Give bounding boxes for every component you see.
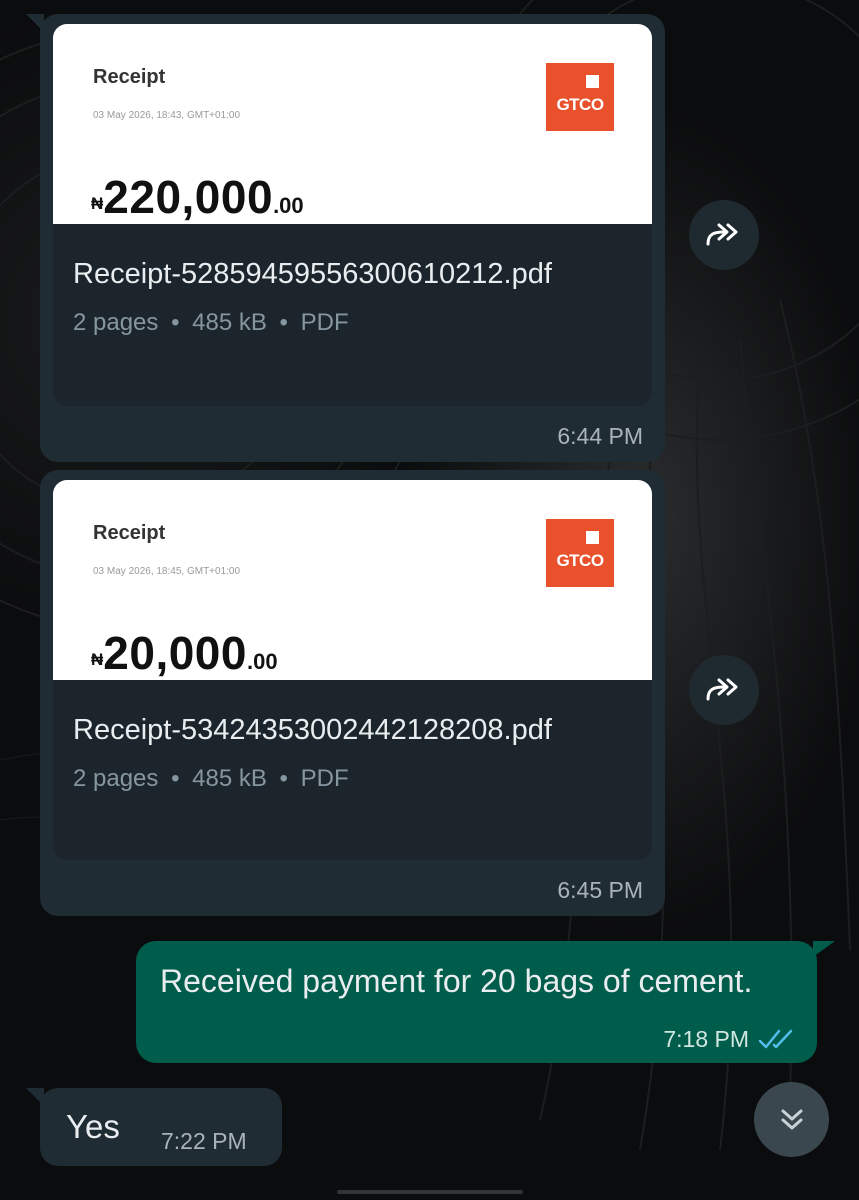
outgoing-message[interactable]: Received payment for 20 bags of cement. … [136,941,817,1063]
document-filename: Receipt-5285945955630061021​2.pdf [73,258,552,290]
amount-decimals: .00 [246,649,278,674]
document-meta: 2 pages • 485 kB • PDF [53,751,652,793]
incoming-message[interactable]: Yes 7:22 PM [26,1088,282,1166]
meta-separator: • [279,765,288,792]
document-filename: Receipt-5342435300244212820​8.pdf [73,714,552,746]
amount-value: 220,000 [103,171,274,223]
receipt-date: 03 May 2026, 18:45, GMT+01:00 [93,566,241,577]
gtco-logo: GTCO [546,63,614,131]
page-count: 2 pages [73,765,159,792]
currency-symbol: ₦ [91,194,104,213]
document-card[interactable]: Receipt 03 May 2026, 18:45, GMT+01:00 ₦2… [53,480,652,860]
message-time: 6:44 PM [557,423,643,449]
receipt-title: Receipt [93,522,166,544]
forward-button[interactable] [689,200,759,270]
document-message[interactable]: Receipt 03 May 2026, 18:45, GMT+01:00 ₦2… [40,470,665,916]
file-size: 485 kB [192,765,267,792]
document-meta: 2 pages • 485 kB • PDF [53,295,652,337]
page-count: 2 pages [73,309,159,336]
receipt-title: Receipt [93,66,166,88]
message-time: 6:45 PM [557,877,643,903]
bubble-tail [26,14,44,32]
receipt-date: 03 May 2026, 18:43, GMT+01:00 [93,110,241,121]
document-message[interactable]: Receipt 03 May 2026, 18:43, GMT+01:00 ₦2… [26,14,665,462]
message-time: 7:18 PM [663,1026,749,1052]
message-text: Yes [66,1108,120,1145]
chevron-double-down-icon [781,1109,802,1129]
bubble-tail [26,1088,44,1106]
meta-separator: • [171,765,180,792]
bubble-tail [813,941,835,957]
meta-separator: • [171,309,180,336]
document-preview[interactable]: Receipt 03 May 2026, 18:45, GMT+01:00 ₦2… [53,480,652,680]
file-type: PDF [300,309,349,336]
document-preview[interactable]: Receipt 03 May 2026, 18:43, GMT+01:00 ₦2… [53,24,652,224]
message-text: Received payment for 20 bags of cement. [160,963,753,999]
amount-value: 20,000 [103,627,247,679]
meta-separator: • [279,309,288,336]
forward-icon [706,678,738,701]
receipt-amount: ₦220,000.00 [91,170,304,224]
currency-symbol: ₦ [91,650,104,669]
file-size: 485 kB [192,309,267,336]
scroll-down-button[interactable] [754,1082,829,1157]
home-indicator [337,1190,523,1194]
double-check-icon [758,1029,793,1049]
forward-icon [706,223,738,246]
forward-button[interactable] [689,655,759,725]
file-type: PDF [300,765,349,792]
receipt-amount: ₦20,000.00 [91,626,278,680]
amount-decimals: .00 [273,193,304,218]
message-time: 7:22 PM [161,1128,247,1154]
document-card[interactable]: Receipt 03 May 2026, 18:43, GMT+01:00 ₦2… [53,24,652,406]
gtco-logo: GTCO [546,519,614,587]
